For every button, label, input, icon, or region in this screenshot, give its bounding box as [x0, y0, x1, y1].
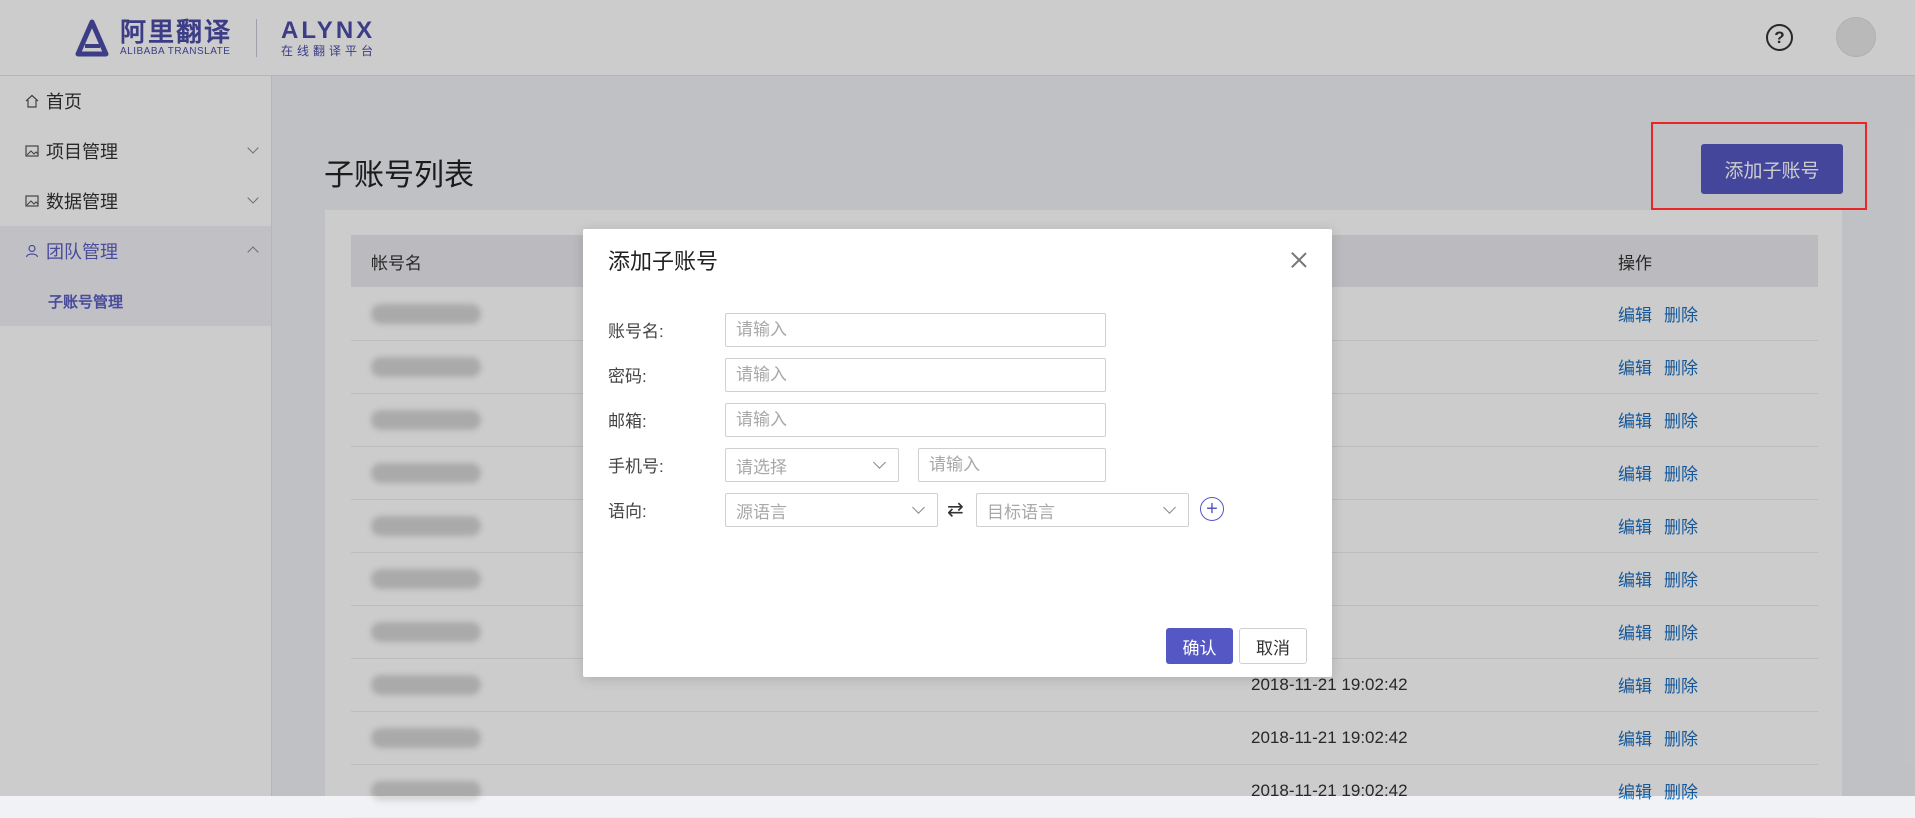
- account-name-input[interactable]: [725, 313, 1106, 347]
- add-language-pair-icon[interactable]: +: [1200, 497, 1224, 521]
- target-language-value: 目标语言: [987, 502, 1055, 522]
- target-language-select[interactable]: 目标语言: [976, 493, 1189, 527]
- email-input[interactable]: [725, 403, 1106, 437]
- chevron-down-icon: [873, 456, 886, 469]
- source-language-select[interactable]: 源语言: [725, 493, 938, 527]
- chevron-down-icon: [1163, 501, 1176, 514]
- country-code-select[interactable]: 请选择: [725, 448, 899, 482]
- cancel-button[interactable]: 取消: [1239, 628, 1307, 664]
- highlight-box: [1651, 122, 1867, 210]
- chevron-down-icon: [912, 501, 925, 514]
- source-language-value: 源语言: [736, 502, 787, 522]
- email-label: 邮箱:: [608, 412, 647, 431]
- password-label: 密码:: [608, 367, 647, 386]
- add-subaccount-dialog: 添加子账号 账号名: 密码: 邮箱: 手机号: 请选择 语向: 源语言 ⇄ 目标…: [583, 229, 1332, 677]
- select-placeholder: 请选择: [736, 457, 787, 477]
- dialog-title: 添加子账号: [608, 249, 719, 274]
- account-name-label: 账号名:: [608, 322, 664, 341]
- phone-label: 手机号:: [608, 457, 664, 476]
- close-icon[interactable]: [1290, 251, 1308, 269]
- language-direction-label: 语向:: [608, 502, 647, 521]
- swap-languages-icon[interactable]: ⇄: [947, 497, 964, 522]
- confirm-button[interactable]: 确认: [1166, 628, 1233, 664]
- phone-input[interactable]: [918, 448, 1106, 482]
- password-input[interactable]: [725, 358, 1106, 392]
